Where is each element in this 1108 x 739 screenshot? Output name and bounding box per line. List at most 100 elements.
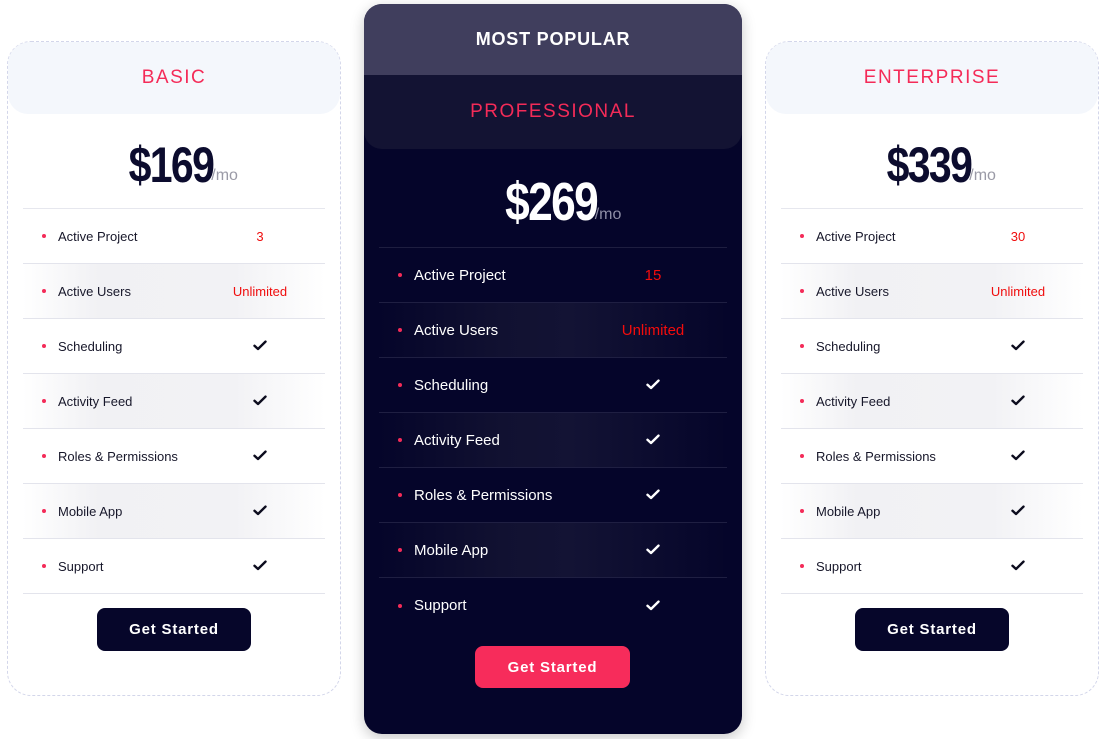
feature-label: Active Users	[58, 283, 131, 299]
feature-label: Mobile App	[414, 541, 489, 559]
bullet-icon	[800, 289, 804, 293]
feature-label: Scheduling	[414, 376, 489, 394]
feature-row: Activity Feed	[781, 374, 1083, 429]
plan-header: ENTERPRISE	[766, 42, 1098, 114]
feature-label: Mobile App	[58, 503, 123, 519]
bullet-icon	[398, 493, 402, 497]
feature-row: Active Project 3	[23, 209, 325, 264]
bullet-icon	[42, 399, 46, 403]
plan-header: BASIC	[8, 42, 340, 114]
feature-value: 30	[1010, 228, 1026, 244]
pricing-card-basic: BASIC $169 /mo Active Project 3 Active Use…	[7, 41, 341, 696]
bullet-icon	[42, 564, 46, 568]
price-block: $269 /mo	[364, 149, 742, 247]
feature-row: Scheduling	[23, 319, 325, 374]
feature-row: Active Users Unlimited	[781, 264, 1083, 319]
most-popular-banner: MOST POPULAR	[364, 4, 742, 75]
feature-label: Active Project	[414, 266, 506, 284]
check-icon	[579, 486, 727, 504]
bullet-icon	[800, 234, 804, 238]
feature-list: Active Project 15 Active Users Unlimited Sch…	[379, 247, 727, 633]
feature-row: Support	[781, 539, 1083, 594]
check-icon	[953, 557, 1083, 575]
check-icon	[579, 431, 727, 449]
pricing-card-enterprise: ENTERPRISE $339 /mo Active Project 30 Acti…	[765, 41, 1099, 696]
price-period: /mo	[594, 206, 622, 223]
bullet-icon	[800, 399, 804, 403]
plan-name: PROFESSIONAL	[470, 101, 636, 122]
feature-row: Active Project 15	[379, 248, 727, 303]
check-icon	[195, 557, 325, 575]
bullet-icon	[42, 289, 46, 293]
bullet-icon	[42, 454, 46, 458]
get-started-button[interactable]: Get Started	[855, 608, 1009, 651]
feature-row: Roles & Permissions	[379, 468, 727, 523]
plan-name: ENTERPRISE	[863, 67, 1001, 88]
check-icon	[953, 337, 1083, 355]
bullet-icon	[42, 344, 46, 348]
pricing-card-professional: MOST POPULAR PROFESSIONAL $269 /mo Activ…	[364, 4, 742, 734]
feature-label: Support	[414, 597, 467, 614]
feature-row: Support	[379, 578, 727, 633]
feature-row: Support	[23, 539, 325, 594]
feature-row: Active Project 30	[781, 209, 1083, 264]
feature-value: Unlimited	[621, 321, 685, 339]
feature-value: Unlimited	[990, 283, 1046, 299]
feature-value: 15	[644, 266, 662, 284]
feature-label: Roles & Permissions	[58, 448, 178, 464]
bullet-icon	[398, 328, 402, 332]
feature-label: Active Project	[58, 228, 138, 244]
check-icon	[579, 541, 727, 559]
get-started-button[interactable]: Get Started	[97, 608, 251, 651]
feature-value: Unlimited	[232, 283, 288, 299]
check-icon	[953, 502, 1083, 520]
feature-value: 3	[256, 228, 264, 244]
plan-header: PROFESSIONAL	[364, 75, 742, 149]
price-amount: $169	[128, 137, 215, 193]
feature-row: Roles & Permissions	[23, 429, 325, 484]
bullet-icon	[398, 383, 402, 387]
bullet-icon	[800, 509, 804, 513]
plan-name: BASIC	[141, 67, 207, 88]
bullet-icon	[398, 548, 402, 552]
feature-label: Active Users	[816, 283, 889, 299]
price-amount: $269	[504, 172, 599, 232]
feature-label: Roles & Permissions	[816, 448, 936, 464]
feature-row: Activity Feed	[379, 413, 727, 468]
bullet-icon	[398, 603, 402, 608]
check-icon	[953, 447, 1083, 465]
price-block: $169 /mo	[8, 114, 340, 208]
feature-list: Active Project 3 Active Users Unlimited Sche…	[23, 208, 325, 594]
price-period: /mo	[211, 167, 238, 184]
price-amount: $339	[886, 137, 973, 193]
bullet-icon	[398, 438, 402, 442]
feature-row: Mobile App	[379, 523, 727, 578]
feature-label: Scheduling	[58, 338, 123, 354]
feature-row: Mobile App	[781, 484, 1083, 539]
most-popular-label: MOST POPULAR	[475, 29, 631, 49]
check-icon	[195, 502, 325, 520]
bullet-icon	[800, 454, 804, 458]
feature-label: Activity Feed	[414, 431, 500, 449]
feature-label: Support	[816, 558, 862, 574]
price-period: /mo	[969, 167, 996, 184]
check-icon	[953, 392, 1083, 410]
feature-label: Support	[58, 558, 104, 574]
feature-label: Activity Feed	[58, 393, 133, 409]
feature-row: Scheduling	[781, 319, 1083, 374]
get-started-button[interactable]: Get Started	[475, 646, 630, 688]
feature-label: Active Project	[816, 228, 896, 244]
feature-row: Roles & Permissions	[781, 429, 1083, 484]
feature-row: Mobile App	[23, 484, 325, 539]
bullet-icon	[398, 273, 402, 277]
feature-list: Active Project 30 Active Users Unlimited Sch…	[781, 208, 1083, 594]
bullet-icon	[800, 564, 804, 568]
bullet-icon	[800, 344, 804, 348]
check-icon	[195, 447, 325, 465]
feature-row: Scheduling	[379, 358, 727, 413]
feature-row: Activity Feed	[23, 374, 325, 429]
bullet-icon	[42, 234, 46, 238]
feature-row: Active Users Unlimited	[23, 264, 325, 319]
feature-row: Active Users Unlimited	[379, 303, 727, 358]
feature-label: Roles & Permissions	[414, 486, 553, 504]
